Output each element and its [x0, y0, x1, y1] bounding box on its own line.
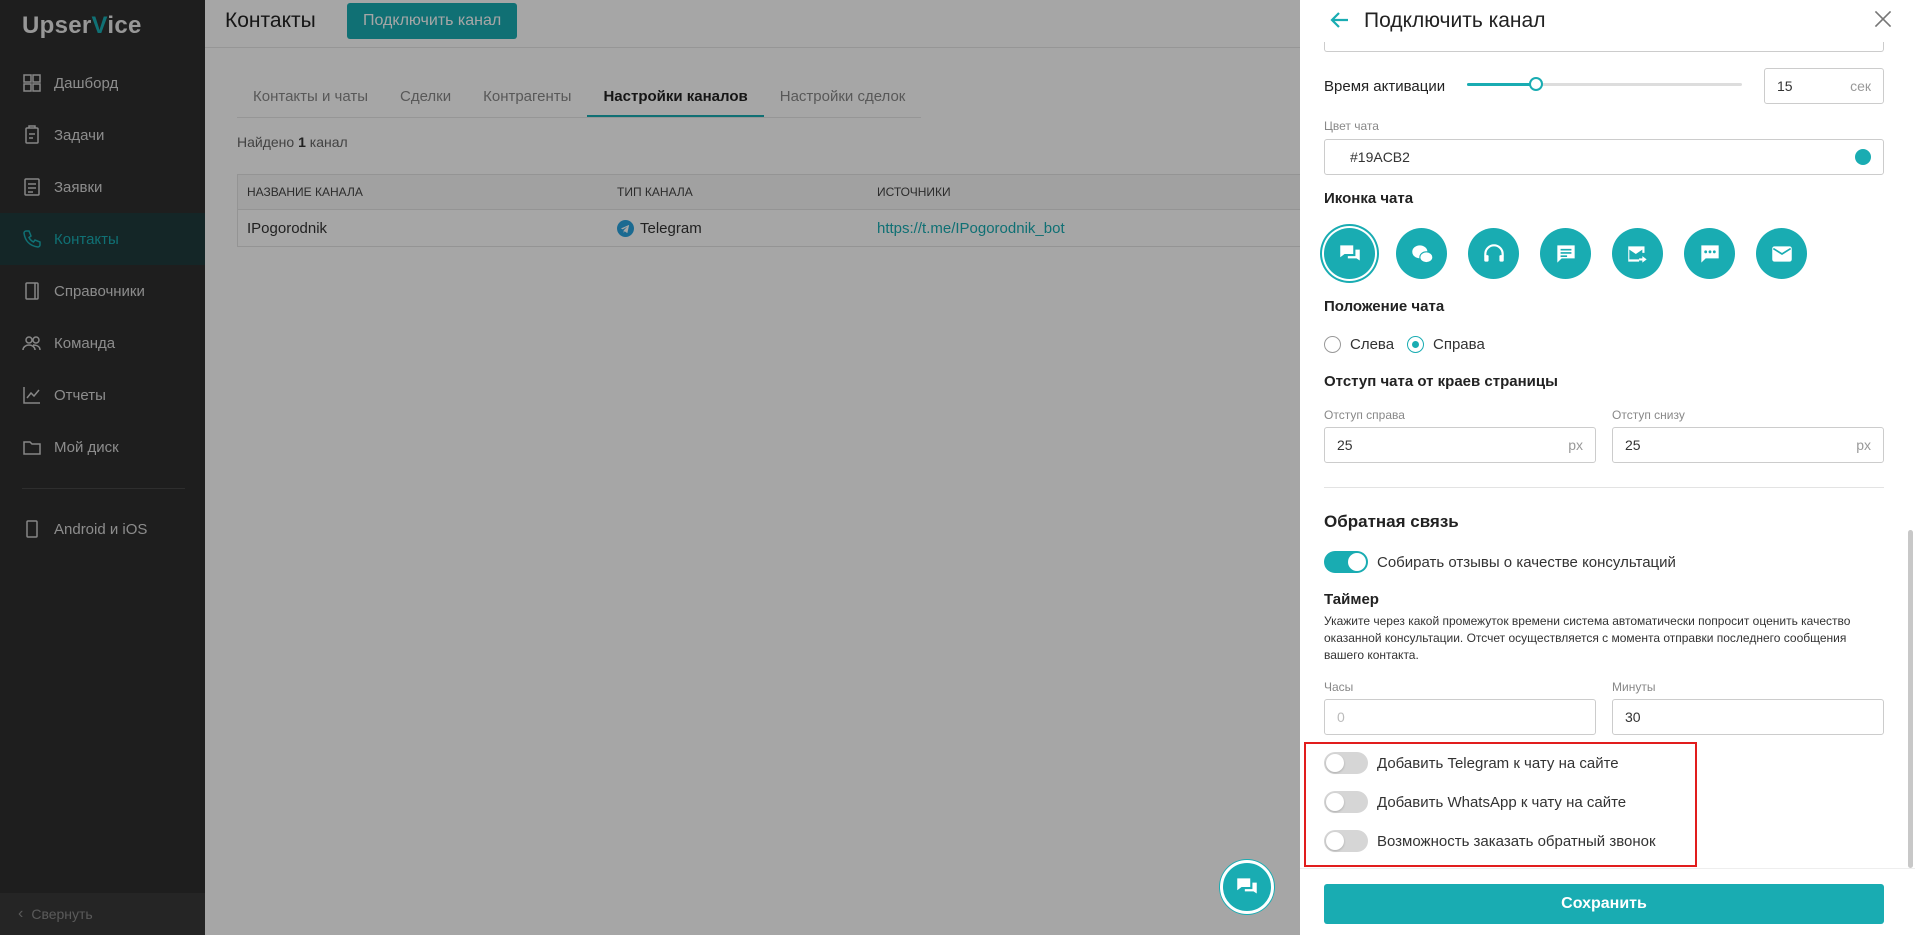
chat-color-value: #19ACB2: [1350, 149, 1410, 165]
minutes-value: 30: [1625, 709, 1641, 725]
chat-icon-option-chat-bubbles[interactable]: [1324, 228, 1375, 279]
telegram-toggle-label: Добавить Telegram к чату на сайте: [1377, 754, 1619, 772]
minutes-label: Минуты: [1612, 680, 1656, 694]
chat-widget-button[interactable]: [1220, 860, 1274, 914]
offset-bottom-input[interactable]: 25 px: [1612, 427, 1884, 463]
hours-placeholder: 0: [1337, 709, 1345, 725]
chat-bubbles-icon: [1237, 878, 1257, 894]
chat-bubbles-icon: [1339, 244, 1360, 260]
section-divider: [1324, 487, 1884, 488]
footer-divider: [1300, 868, 1915, 869]
panel-scrollbar[interactable]: [1908, 530, 1913, 868]
position-right-label: Справа: [1433, 336, 1485, 353]
close-icon[interactable]: [1870, 6, 1896, 37]
chat-icon-options: [1324, 228, 1807, 279]
envelope-icon: [1771, 245, 1792, 262]
activation-unit: сек: [1850, 78, 1871, 94]
chat-icon-option-chat-dots[interactable]: [1684, 228, 1735, 279]
modal-overlay[interactable]: [0, 0, 1300, 935]
chat-icon-option-envelope[interactable]: [1756, 228, 1807, 279]
timer-label: Таймер: [1324, 591, 1379, 608]
chat-color-input[interactable]: #19ACB2: [1324, 139, 1884, 175]
offset-right-unit: px: [1568, 437, 1583, 453]
color-swatch[interactable]: [1855, 149, 1871, 165]
offset-right-label: Отступ справа: [1324, 408, 1405, 422]
activation-slider-thumb[interactable]: [1528, 77, 1543, 91]
chat-icon-option-message[interactable]: [1540, 228, 1591, 279]
panel-header: Подключить канал: [1300, 0, 1915, 42]
whatsapp-toggle[interactable]: [1324, 791, 1368, 813]
activation-label: Время активации: [1324, 78, 1446, 95]
callback-toggle-label: Возможность заказать обратный звонок: [1377, 832, 1656, 850]
feedback-title: Обратная связь: [1324, 512, 1459, 531]
chat-icon-option-wechat[interactable]: [1396, 228, 1447, 279]
whatsapp-toggle-label: Добавить WhatsApp к чату на сайте: [1377, 793, 1627, 811]
activation-time-input[interactable]: 15 сек: [1764, 68, 1884, 104]
activation-slider[interactable]: [1467, 77, 1742, 91]
position-left-label: Слева: [1350, 336, 1395, 353]
chat-color-label: Цвет чата: [1324, 119, 1379, 133]
hours-label: Часы: [1324, 680, 1354, 694]
position-left-radio[interactable]: Слева: [1324, 336, 1394, 353]
activation-value: 15: [1777, 78, 1793, 94]
chat-position-label: Положение чата: [1324, 298, 1445, 315]
telegram-toggle[interactable]: [1324, 752, 1368, 774]
offset-bottom-value: 25: [1625, 437, 1641, 453]
offset-bottom-label: Отступ снизу: [1612, 408, 1685, 422]
chat-dots-icon: [1700, 244, 1719, 263]
radio-circle: [1324, 336, 1341, 353]
chat-icon-label: Иконка чата: [1324, 190, 1414, 207]
offset-bottom-unit: px: [1856, 437, 1871, 453]
activation-slider-fill: [1467, 83, 1536, 86]
save-button[interactable]: Сохранить: [1324, 884, 1884, 924]
telegram-toggle-row[interactable]: Добавить Telegram к чату на сайте: [1324, 752, 1619, 774]
position-right-radio[interactable]: Справа: [1407, 336, 1485, 353]
callback-toggle[interactable]: [1324, 830, 1368, 852]
radio-circle-selected: [1407, 336, 1424, 353]
chat-icon-option-headset[interactable]: [1468, 228, 1519, 279]
timer-description: Укажите через какой промежуток времени с…: [1324, 614, 1851, 662]
panel-title: Подключить канал: [1364, 9, 1546, 32]
minutes-input[interactable]: 30: [1612, 699, 1884, 735]
collect-feedback-toggle[interactable]: [1324, 551, 1368, 573]
mail-forward-icon: [1627, 245, 1647, 263]
collect-feedback-row[interactable]: Собирать отзывы о качестве консультаций: [1324, 551, 1676, 573]
headset-icon: [1483, 243, 1504, 262]
message-icon: [1556, 244, 1575, 263]
chat-icon-option-mail-forward[interactable]: [1612, 228, 1663, 279]
connect-channel-panel: Подключить канал Время активации 15 сек …: [1300, 0, 1915, 935]
whatsapp-toggle-row[interactable]: Добавить WhatsApp к чату на сайте: [1324, 791, 1626, 813]
hours-input[interactable]: 0: [1324, 699, 1596, 735]
offset-label: Отступ чата от краев страницы: [1324, 373, 1558, 390]
offset-right-value: 25: [1337, 437, 1353, 453]
offset-right-input[interactable]: 25 px: [1324, 427, 1596, 463]
back-arrow-icon[interactable]: [1328, 8, 1352, 37]
collect-feedback-label: Собирать отзывы о качестве консультаций: [1377, 553, 1676, 571]
wechat-icon: [1411, 244, 1433, 263]
callback-toggle-row[interactable]: Возможность заказать обратный звонок: [1324, 830, 1656, 852]
